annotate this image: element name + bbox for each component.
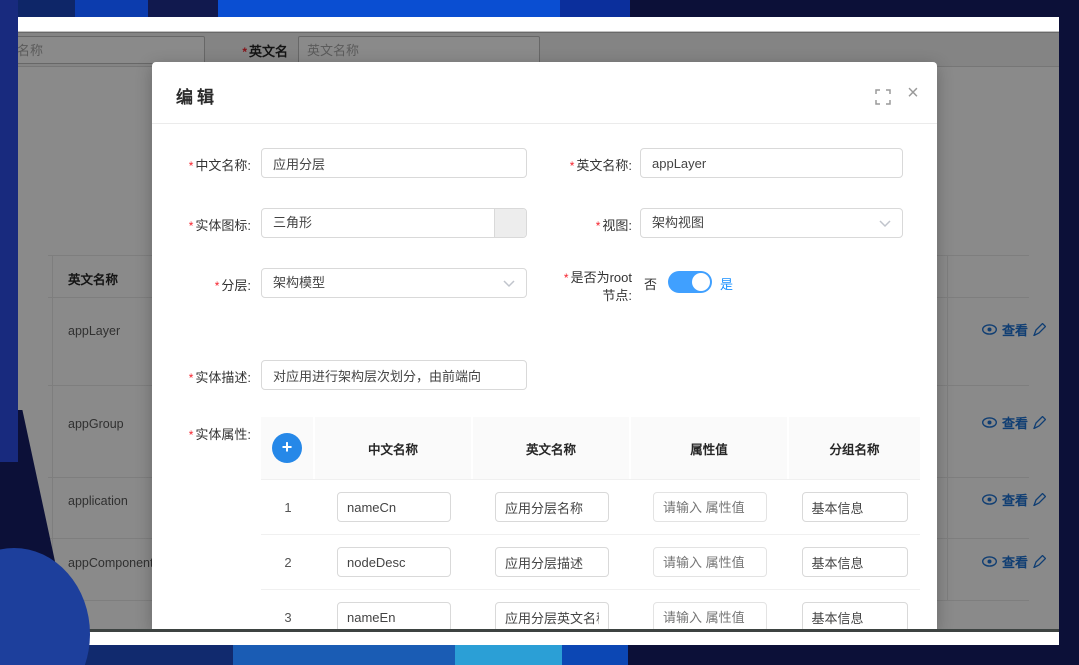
attr-value-input[interactable] <box>653 602 767 629</box>
name-cn-input[interactable] <box>261 148 527 178</box>
required-asterisk: * <box>189 159 194 173</box>
decor-bottom-band <box>562 645 628 665</box>
attr-value-input[interactable] <box>653 492 767 522</box>
screen: *英文名 英文名称 appLayer appGroup application … <box>0 0 1079 665</box>
decor-band <box>560 0 630 17</box>
attr-name-en-input[interactable] <box>495 547 609 577</box>
entity-desc-input[interactable] <box>261 360 527 390</box>
add-attribute-button[interactable]: + <box>272 433 302 463</box>
row-index: 1 <box>284 500 291 515</box>
name-en-input[interactable] <box>640 148 903 178</box>
icon-picker-addon[interactable] <box>494 209 526 237</box>
chevron-down-icon <box>503 280 515 288</box>
decor-left-strip <box>0 0 18 462</box>
decor-bottom-band <box>455 645 562 665</box>
is-root-label: *是否为root节点: <box>552 269 632 304</box>
attr-row: 3 <box>261 590 920 629</box>
required-asterisk: * <box>189 428 194 442</box>
row-index: 2 <box>284 555 291 570</box>
is-root-toggle[interactable] <box>668 271 712 293</box>
required-asterisk: * <box>215 279 220 293</box>
view-select-value: 架构视图 <box>652 215 704 230</box>
attr-name-cn-input[interactable] <box>337 547 451 577</box>
view-select[interactable]: 架构视图 <box>640 208 903 238</box>
attr-row: 2 <box>261 535 920 590</box>
edit-modal: 编辑 × *中文名称: *英文名称: *实体图标: 三角形 *视图: 架构视图 <box>152 62 937 629</box>
attr-name-en-input[interactable] <box>495 492 609 522</box>
name-en-label: *英文名称: <box>547 155 632 174</box>
attr-group-input[interactable] <box>802 547 908 577</box>
chevron-down-icon <box>879 220 891 228</box>
decor-bottom-band <box>233 645 455 665</box>
attribute-table: + 中文名称 英文名称 属性值 分组名称 1 2 <box>261 417 920 629</box>
decor-band <box>75 0 148 17</box>
toggle-on-text: 是 <box>720 274 733 293</box>
decor-band <box>18 0 75 17</box>
attr-row: 1 <box>261 480 920 535</box>
col-header-name-cn: 中文名称 <box>315 417 473 479</box>
decor-band <box>148 0 218 17</box>
app-window: *英文名 英文名称 appLayer appGroup application … <box>18 17 1059 645</box>
modal-header: 编辑 × <box>152 62 937 124</box>
layer-select-value: 架构模型 <box>273 275 325 290</box>
view-label: *视图: <box>547 215 632 234</box>
entity-attrs-label: *实体属性: <box>166 424 251 443</box>
attr-value-input[interactable] <box>653 547 767 577</box>
row-index: 3 <box>284 610 291 625</box>
entity-icon-input[interactable]: 三角形 <box>261 208 527 238</box>
attr-group-input[interactable] <box>802 492 908 522</box>
attr-name-cn-input[interactable] <box>337 492 451 522</box>
name-cn-label: *中文名称: <box>166 155 251 174</box>
decor-band <box>218 0 560 17</box>
required-asterisk: * <box>189 219 194 233</box>
toggle-off-text: 否 <box>644 274 657 293</box>
required-asterisk: * <box>570 159 575 173</box>
col-header-attr-value: 属性值 <box>631 417 789 479</box>
add-attr-cell: + <box>261 417 315 479</box>
close-icon[interactable]: × <box>902 81 924 105</box>
required-asterisk: * <box>596 219 601 233</box>
entity-icon-label: *实体图标: <box>166 215 251 234</box>
fullscreen-icon[interactable] <box>875 89 891 105</box>
modal-title: 编辑 <box>176 83 218 108</box>
entity-desc-label: *实体描述: <box>166 367 251 386</box>
required-asterisk: * <box>189 371 194 385</box>
layer-label: *分层: <box>166 275 251 294</box>
col-header-group: 分组名称 <box>789 417 920 479</box>
required-asterisk: * <box>564 271 569 285</box>
attr-group-input[interactable] <box>802 602 908 629</box>
attribute-table-header: + 中文名称 英文名称 属性值 分组名称 <box>261 417 920 480</box>
col-header-name-en: 英文名称 <box>473 417 631 479</box>
attr-name-en-input[interactable] <box>495 602 609 629</box>
layer-select[interactable]: 架构模型 <box>261 268 527 298</box>
attr-name-cn-input[interactable] <box>337 602 451 629</box>
screenshot-bottom-strip <box>18 632 1059 645</box>
entity-icon-value: 三角形 <box>273 209 312 237</box>
toggle-knob <box>692 273 710 291</box>
